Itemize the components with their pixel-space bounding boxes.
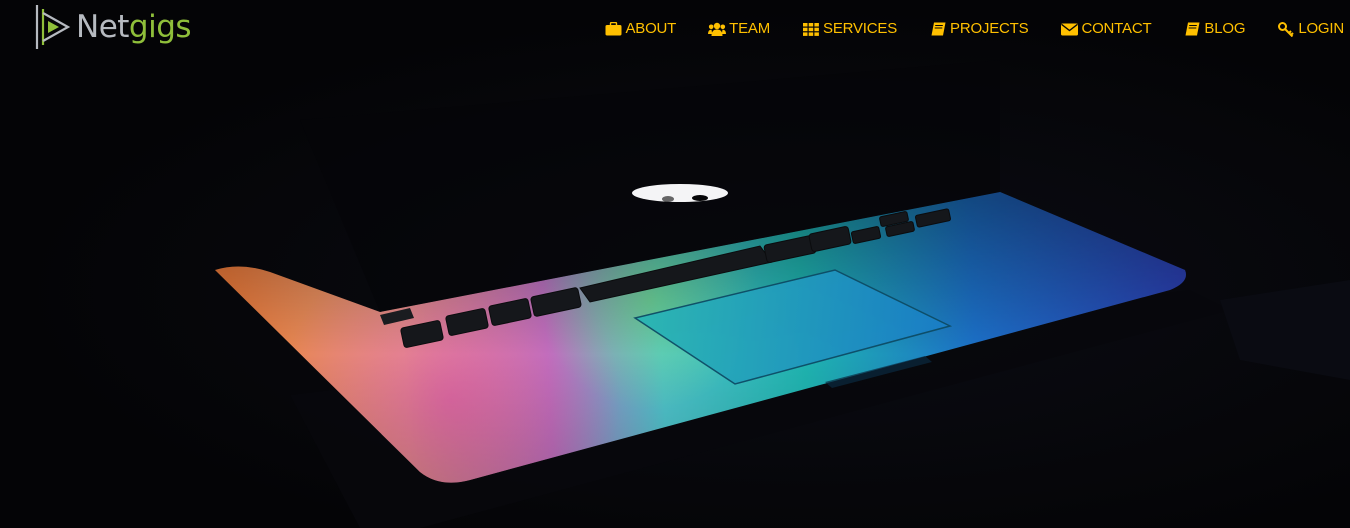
brand-name-net: Net	[76, 9, 129, 45]
nav-label-team: TEAM	[729, 20, 771, 37]
book-icon	[929, 20, 947, 38]
nav-label-services: SERVICES	[823, 20, 898, 37]
nav-label-projects: PROJECTS	[950, 20, 1029, 37]
nav-label-contact: CONTACT	[1081, 20, 1152, 37]
hero-laptop-image	[215, 60, 1350, 528]
hero-banner	[0, 0, 1350, 528]
play-triangle-logo-icon	[35, 5, 71, 49]
top-navbar: Netgigs ABOUT TEAM SERVICES PROJECTS CON…	[0, 0, 1350, 60]
nav-item-login[interactable]: LOGIN	[1277, 18, 1344, 40]
nav-item-team[interactable]: TEAM	[708, 18, 770, 40]
brand-name: Netgigs	[76, 2, 192, 52]
nav-item-blog[interactable]: BLOG	[1183, 18, 1246, 40]
users-icon	[708, 20, 727, 38]
nav-item-about[interactable]: ABOUT	[604, 18, 676, 40]
nav-label-about: ABOUT	[625, 20, 677, 37]
briefcase-icon	[604, 20, 622, 38]
nav-label-login: LOGIN	[1298, 20, 1344, 37]
nav-item-projects[interactable]: PROJECTS	[929, 18, 1029, 40]
envelope-icon	[1060, 20, 1078, 38]
nav-item-contact[interactable]: CONTACT	[1060, 18, 1152, 40]
book-icon	[1183, 20, 1201, 38]
grid-icon	[802, 20, 820, 38]
nav-item-services[interactable]: SERVICES	[802, 18, 897, 40]
brand-logo-link[interactable]: Netgigs	[34, 2, 192, 52]
nav-label-blog: BLOG	[1204, 20, 1246, 37]
main-nav: ABOUT TEAM SERVICES PROJECTS CONTACT BLO…	[572, 18, 1344, 40]
brand-name-gigs: gigs	[128, 9, 192, 45]
key-icon	[1277, 20, 1295, 38]
